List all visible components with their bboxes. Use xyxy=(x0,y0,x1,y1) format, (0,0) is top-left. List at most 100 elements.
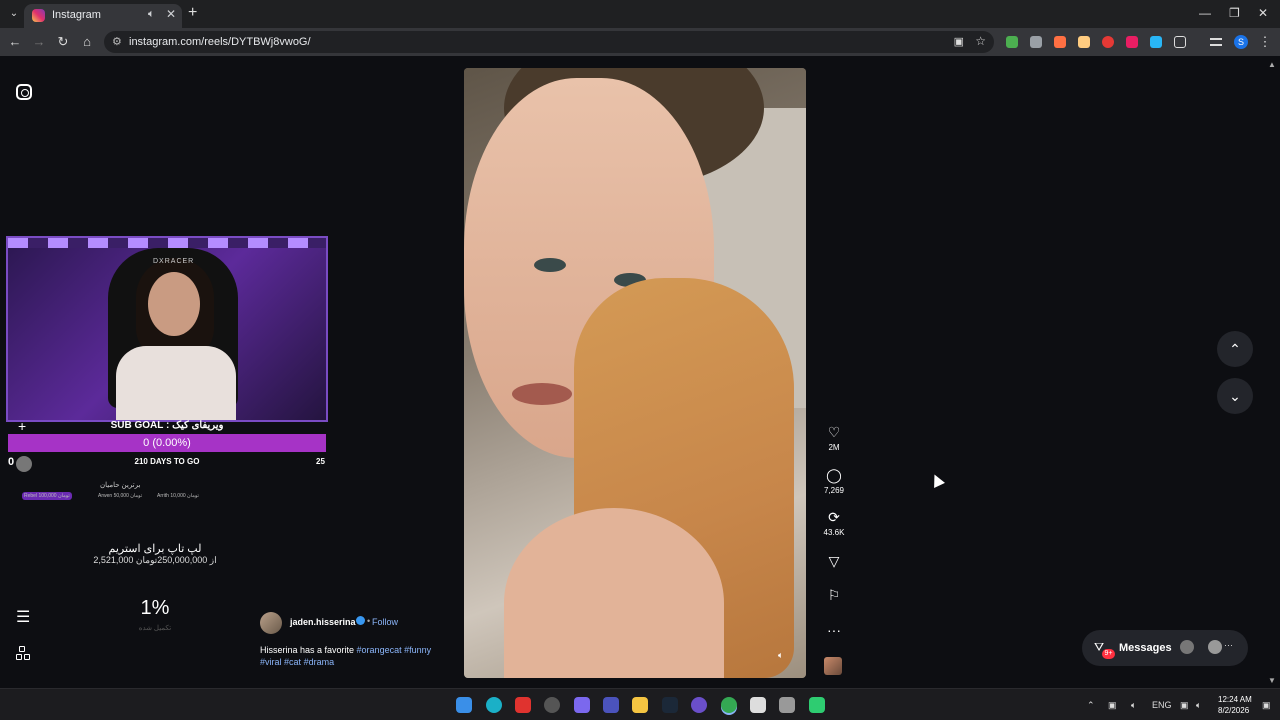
donor-name: Arwen xyxy=(98,493,113,499)
chrome-icon[interactable] xyxy=(721,697,737,713)
hashtag-link[interactable]: #cat xyxy=(284,657,301,667)
address-bar[interactable]: ⚙ instagram.com/reels/DYTBWj8vwoG/ ▣ ☆ xyxy=(104,31,994,53)
repost-button[interactable]: ⟳ 43.6K xyxy=(818,509,850,537)
streamer-face xyxy=(148,272,200,336)
minimize-window-button[interactable]: — xyxy=(1199,6,1211,20)
mouse-cursor-icon xyxy=(929,472,945,488)
onedrive-icon[interactable]: ▣ xyxy=(1108,700,1117,711)
extension-6-icon[interactable] xyxy=(1126,36,1138,48)
extension-2-icon[interactable] xyxy=(1030,36,1042,48)
instagram-reels-page: DXRACER + SUB GOAL : ویریفای کیک 0 (0.00… xyxy=(0,56,1280,688)
share-button[interactable]: ▽ xyxy=(818,553,850,570)
donation-goal-title: لپ تاپ برای استریم xyxy=(108,543,202,555)
scrollbar-down-arrow[interactable]: ▼ xyxy=(1268,676,1276,685)
app-red-icon[interactable] xyxy=(515,697,531,713)
url-text[interactable]: instagram.com/reels/DYTBWj8vwoG/ xyxy=(129,36,311,48)
comment-button[interactable]: ◯ 7,269 xyxy=(818,467,850,495)
author-avatar[interactable] xyxy=(260,612,282,634)
tab-close-icon[interactable]: ✕ xyxy=(166,7,176,21)
restore-window-button[interactable]: ❐ xyxy=(1229,6,1240,20)
new-tab-button[interactable]: + xyxy=(188,4,197,22)
reel-mouth xyxy=(512,383,572,405)
message-avatar xyxy=(1180,640,1194,654)
file-explorer-icon[interactable] xyxy=(632,697,648,713)
app-green-icon[interactable] xyxy=(809,697,825,713)
donor-item: Arwen 50,000 تومان xyxy=(96,492,144,500)
caption-text: Hisserina has a favorite xyxy=(260,645,357,655)
donor-item: Rebel 100,000 تومان xyxy=(22,492,72,500)
tray-overflow-icon[interactable]: ⌃ xyxy=(1087,700,1095,711)
reel-video[interactable] xyxy=(464,68,806,678)
subgoal-target: 25 xyxy=(316,457,325,466)
hashtag-link[interactable]: #funny xyxy=(404,645,431,655)
verified-badge-icon xyxy=(356,616,365,625)
cast-icon[interactable]: ▣ xyxy=(954,35,964,48)
extension-5-icon[interactable] xyxy=(1102,36,1114,48)
repost-icon: ⟳ xyxy=(828,509,840,525)
volume-icon[interactable]: 🔈︎ xyxy=(1196,700,1201,711)
subgoal-days-left: 210 DAYS TO GO xyxy=(134,457,200,466)
tab-instagram[interactable]: Instagram 🔈︎ ✕ xyxy=(24,4,182,28)
subgoal-progress-bar: 0 (0.00%) xyxy=(8,434,326,452)
author-username[interactable]: jaden.hisserina xyxy=(290,617,356,627)
browser-menu-icon[interactable]: ⋮ xyxy=(1257,34,1273,50)
home-button[interactable]: ⌂ xyxy=(79,34,95,49)
reel-eye-left xyxy=(534,258,566,272)
next-reel-button[interactable]: ⌄ xyxy=(1217,378,1253,414)
teams-icon[interactable] xyxy=(603,697,619,713)
clock-date[interactable]: 8/2/2026 xyxy=(1218,706,1249,715)
language-indicator[interactable]: ENG xyxy=(1152,700,1172,710)
start-button-icon[interactable] xyxy=(456,697,472,713)
microphone-icon[interactable]: 🔈︎ xyxy=(1131,700,1136,711)
bookmark-icon: ⚐ xyxy=(827,587,841,603)
reload-button[interactable]: ↻ xyxy=(55,34,71,50)
clock-time[interactable]: 12:24 AM xyxy=(1218,695,1252,704)
extension-4-icon[interactable] xyxy=(1078,36,1090,48)
messages-label: Messages xyxy=(1119,642,1172,654)
extension-7-icon[interactable] xyxy=(1150,36,1162,48)
more-apps-icon[interactable] xyxy=(16,646,32,662)
copilot-icon[interactable] xyxy=(574,697,590,713)
app-gray2-icon[interactable] xyxy=(779,697,795,713)
messages-button[interactable]: ⛛ 9+ Messages ··· xyxy=(1082,630,1248,666)
extensions-puzzle-icon[interactable] xyxy=(1174,36,1186,48)
site-info-icon[interactable]: ⚙ xyxy=(112,35,122,48)
comment-icon: ◯ xyxy=(826,467,842,483)
close-window-button[interactable]: ✕ xyxy=(1258,6,1268,20)
app-purple-icon[interactable] xyxy=(691,697,707,713)
hashtag-link[interactable]: #drama xyxy=(304,657,335,667)
notifications-icon[interactable]: ▣ xyxy=(1262,700,1271,711)
browser-toolbar: ← → ↻ ⌂ ⚙ instagram.com/reels/DYTBWj8vwo… xyxy=(0,28,1280,56)
steam-icon[interactable] xyxy=(662,697,678,713)
network-icon[interactable]: ▣ xyxy=(1180,700,1189,711)
app-white-icon[interactable] xyxy=(750,697,766,713)
previous-reel-button[interactable]: ⌃ xyxy=(1217,331,1253,367)
follow-button[interactable]: Follow xyxy=(372,617,398,627)
instagram-logo-icon[interactable] xyxy=(16,84,32,100)
audio-thumbnail[interactable] xyxy=(824,657,842,675)
app-gray-icon[interactable] xyxy=(544,697,560,713)
tab-speaker-icon[interactable]: 🔈︎ xyxy=(148,8,155,21)
led-lights xyxy=(8,238,326,248)
reading-list-icon[interactable] xyxy=(1210,38,1222,46)
extension-1-icon[interactable] xyxy=(1006,36,1018,48)
messages-badge: 9+ xyxy=(1102,649,1115,659)
bookmark-star-icon[interactable]: ☆ xyxy=(975,34,986,48)
browser-tab-strip: ⌄ Instagram 🔈︎ ✕ + — ❐ ✕ xyxy=(0,0,1280,28)
hashtag-link[interactable]: #viral xyxy=(260,657,282,667)
subgoal-title: SUB GOAL : ویریفای کیک xyxy=(110,420,224,431)
forward-button[interactable]: → xyxy=(31,34,47,49)
sound-toggle-icon[interactable]: 🔈︎ xyxy=(778,650,783,661)
edge-icon[interactable] xyxy=(486,697,502,713)
comment-count: 7,269 xyxy=(823,486,845,495)
profile-avatar[interactable]: S xyxy=(1234,35,1248,49)
save-button[interactable]: ⚐ xyxy=(818,587,850,604)
scrollbar-up-arrow[interactable]: ▲ xyxy=(1268,60,1276,69)
back-button[interactable]: ← xyxy=(7,34,23,49)
tab-search-menu-icon[interactable]: ⌄ xyxy=(6,6,22,22)
extension-3-icon[interactable] xyxy=(1054,36,1066,48)
menu-icon[interactable]: ☰ xyxy=(16,610,32,626)
like-button[interactable]: ♡ 2M xyxy=(818,424,850,452)
hashtag-link[interactable]: #orangecat xyxy=(357,645,402,655)
more-options-button[interactable]: ··· xyxy=(818,622,850,638)
